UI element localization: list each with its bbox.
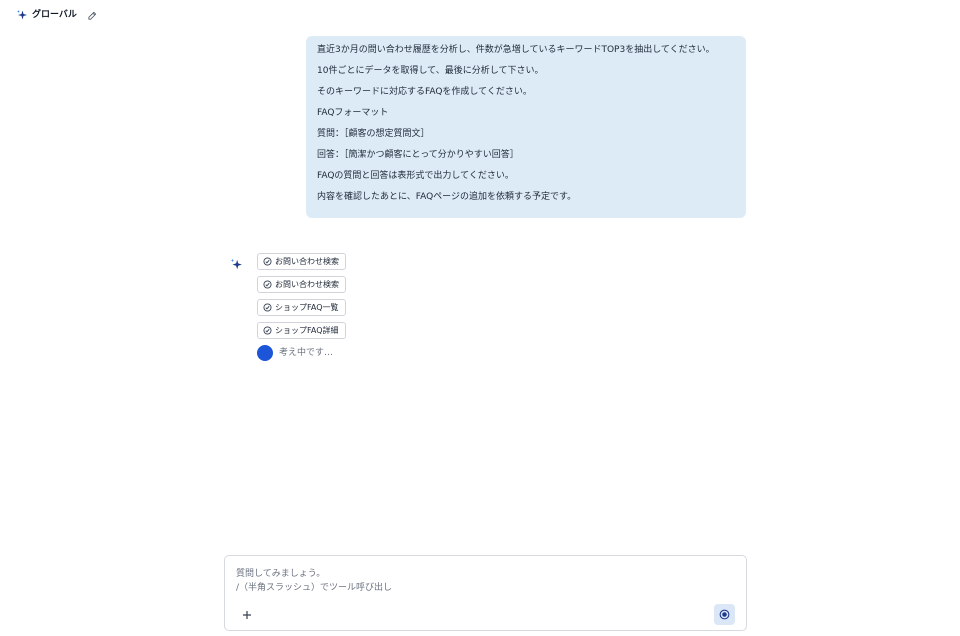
assistant-sparkle-icon xyxy=(230,258,242,270)
message-line: 10件ごとにデータを取得して、最後に分析して下さい。 xyxy=(317,66,544,76)
check-circle-icon xyxy=(263,303,272,312)
plus-icon xyxy=(243,611,251,619)
check-circle-icon xyxy=(263,257,272,266)
check-circle-icon xyxy=(263,280,272,289)
message-line: 直近3か月の問い合わせ履歴を分析し、件数が急増しているキーワードTOP3を抽出し… xyxy=(317,45,715,55)
message-line: 回答：［簡潔かつ顧客にとって分かりやすい回答］ xyxy=(317,150,519,160)
stop-button[interactable] xyxy=(714,604,735,625)
page-header: グローバル xyxy=(16,8,98,22)
tool-chip-label: ショップFAQ一覧 xyxy=(275,303,339,312)
user-message-bubble: 直近3か月の問い合わせ履歴を分析し、件数が急増しているキーワードTOP3を抽出し… xyxy=(306,36,746,218)
tool-chip-label: お問い合わせ検索 xyxy=(275,280,339,289)
message-composer[interactable]: 質問してみましょう。 /（半角スラッシュ）でツール呼び出し xyxy=(224,555,747,631)
loading-dot xyxy=(257,345,273,361)
sparkle-icon xyxy=(17,10,27,20)
tool-chip-label: お問い合わせ検索 xyxy=(275,257,339,266)
message-line: FAQの質問と回答は表形式で出力してください。 xyxy=(317,171,514,181)
composer-input[interactable]: 質問してみましょう。 /（半角スラッシュ）でツール呼び出し xyxy=(236,567,726,595)
tool-chip[interactable]: お問い合わせ検索 xyxy=(257,276,346,293)
message-line: 質問：［顧客の想定質問文］ xyxy=(317,129,430,139)
tool-chip[interactable]: お問い合わせ検索 xyxy=(257,253,346,270)
thinking-status: 考え中です… xyxy=(279,347,334,358)
tool-chip[interactable]: ショップFAQ一覧 xyxy=(257,299,346,316)
page-title: グローバル xyxy=(32,10,77,20)
tool-chip-label: ショップFAQ詳細 xyxy=(275,326,339,335)
message-line: FAQフォーマット xyxy=(317,108,389,118)
message-line: 内容を確認したあとに、FAQページの追加を依頼する予定です。 xyxy=(317,192,577,202)
add-button[interactable] xyxy=(241,609,253,621)
thinking-indicator: 考え中です… xyxy=(257,345,333,361)
stop-icon xyxy=(719,609,730,620)
tool-chip[interactable]: ショップFAQ詳細 xyxy=(257,322,346,339)
pencil-icon[interactable] xyxy=(87,10,98,21)
check-circle-icon xyxy=(263,326,272,335)
message-line: そのキーワードに対応するFAQを作成してください。 xyxy=(317,87,532,97)
